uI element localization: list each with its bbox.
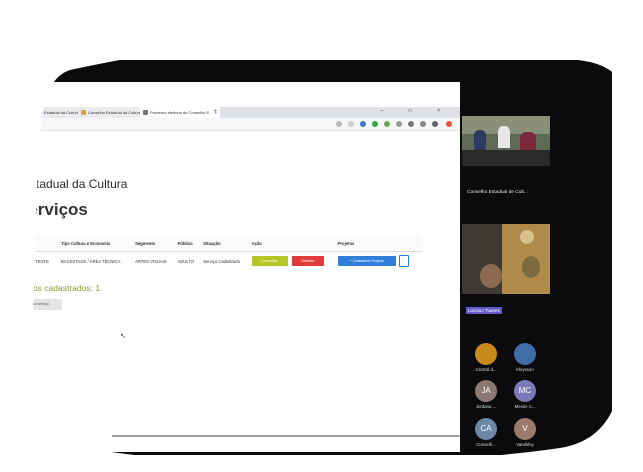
video-frame: Conselho Estadual da Cultura × Conselho … [0, 0, 643, 472]
decorative-frame [0, 0, 643, 472]
